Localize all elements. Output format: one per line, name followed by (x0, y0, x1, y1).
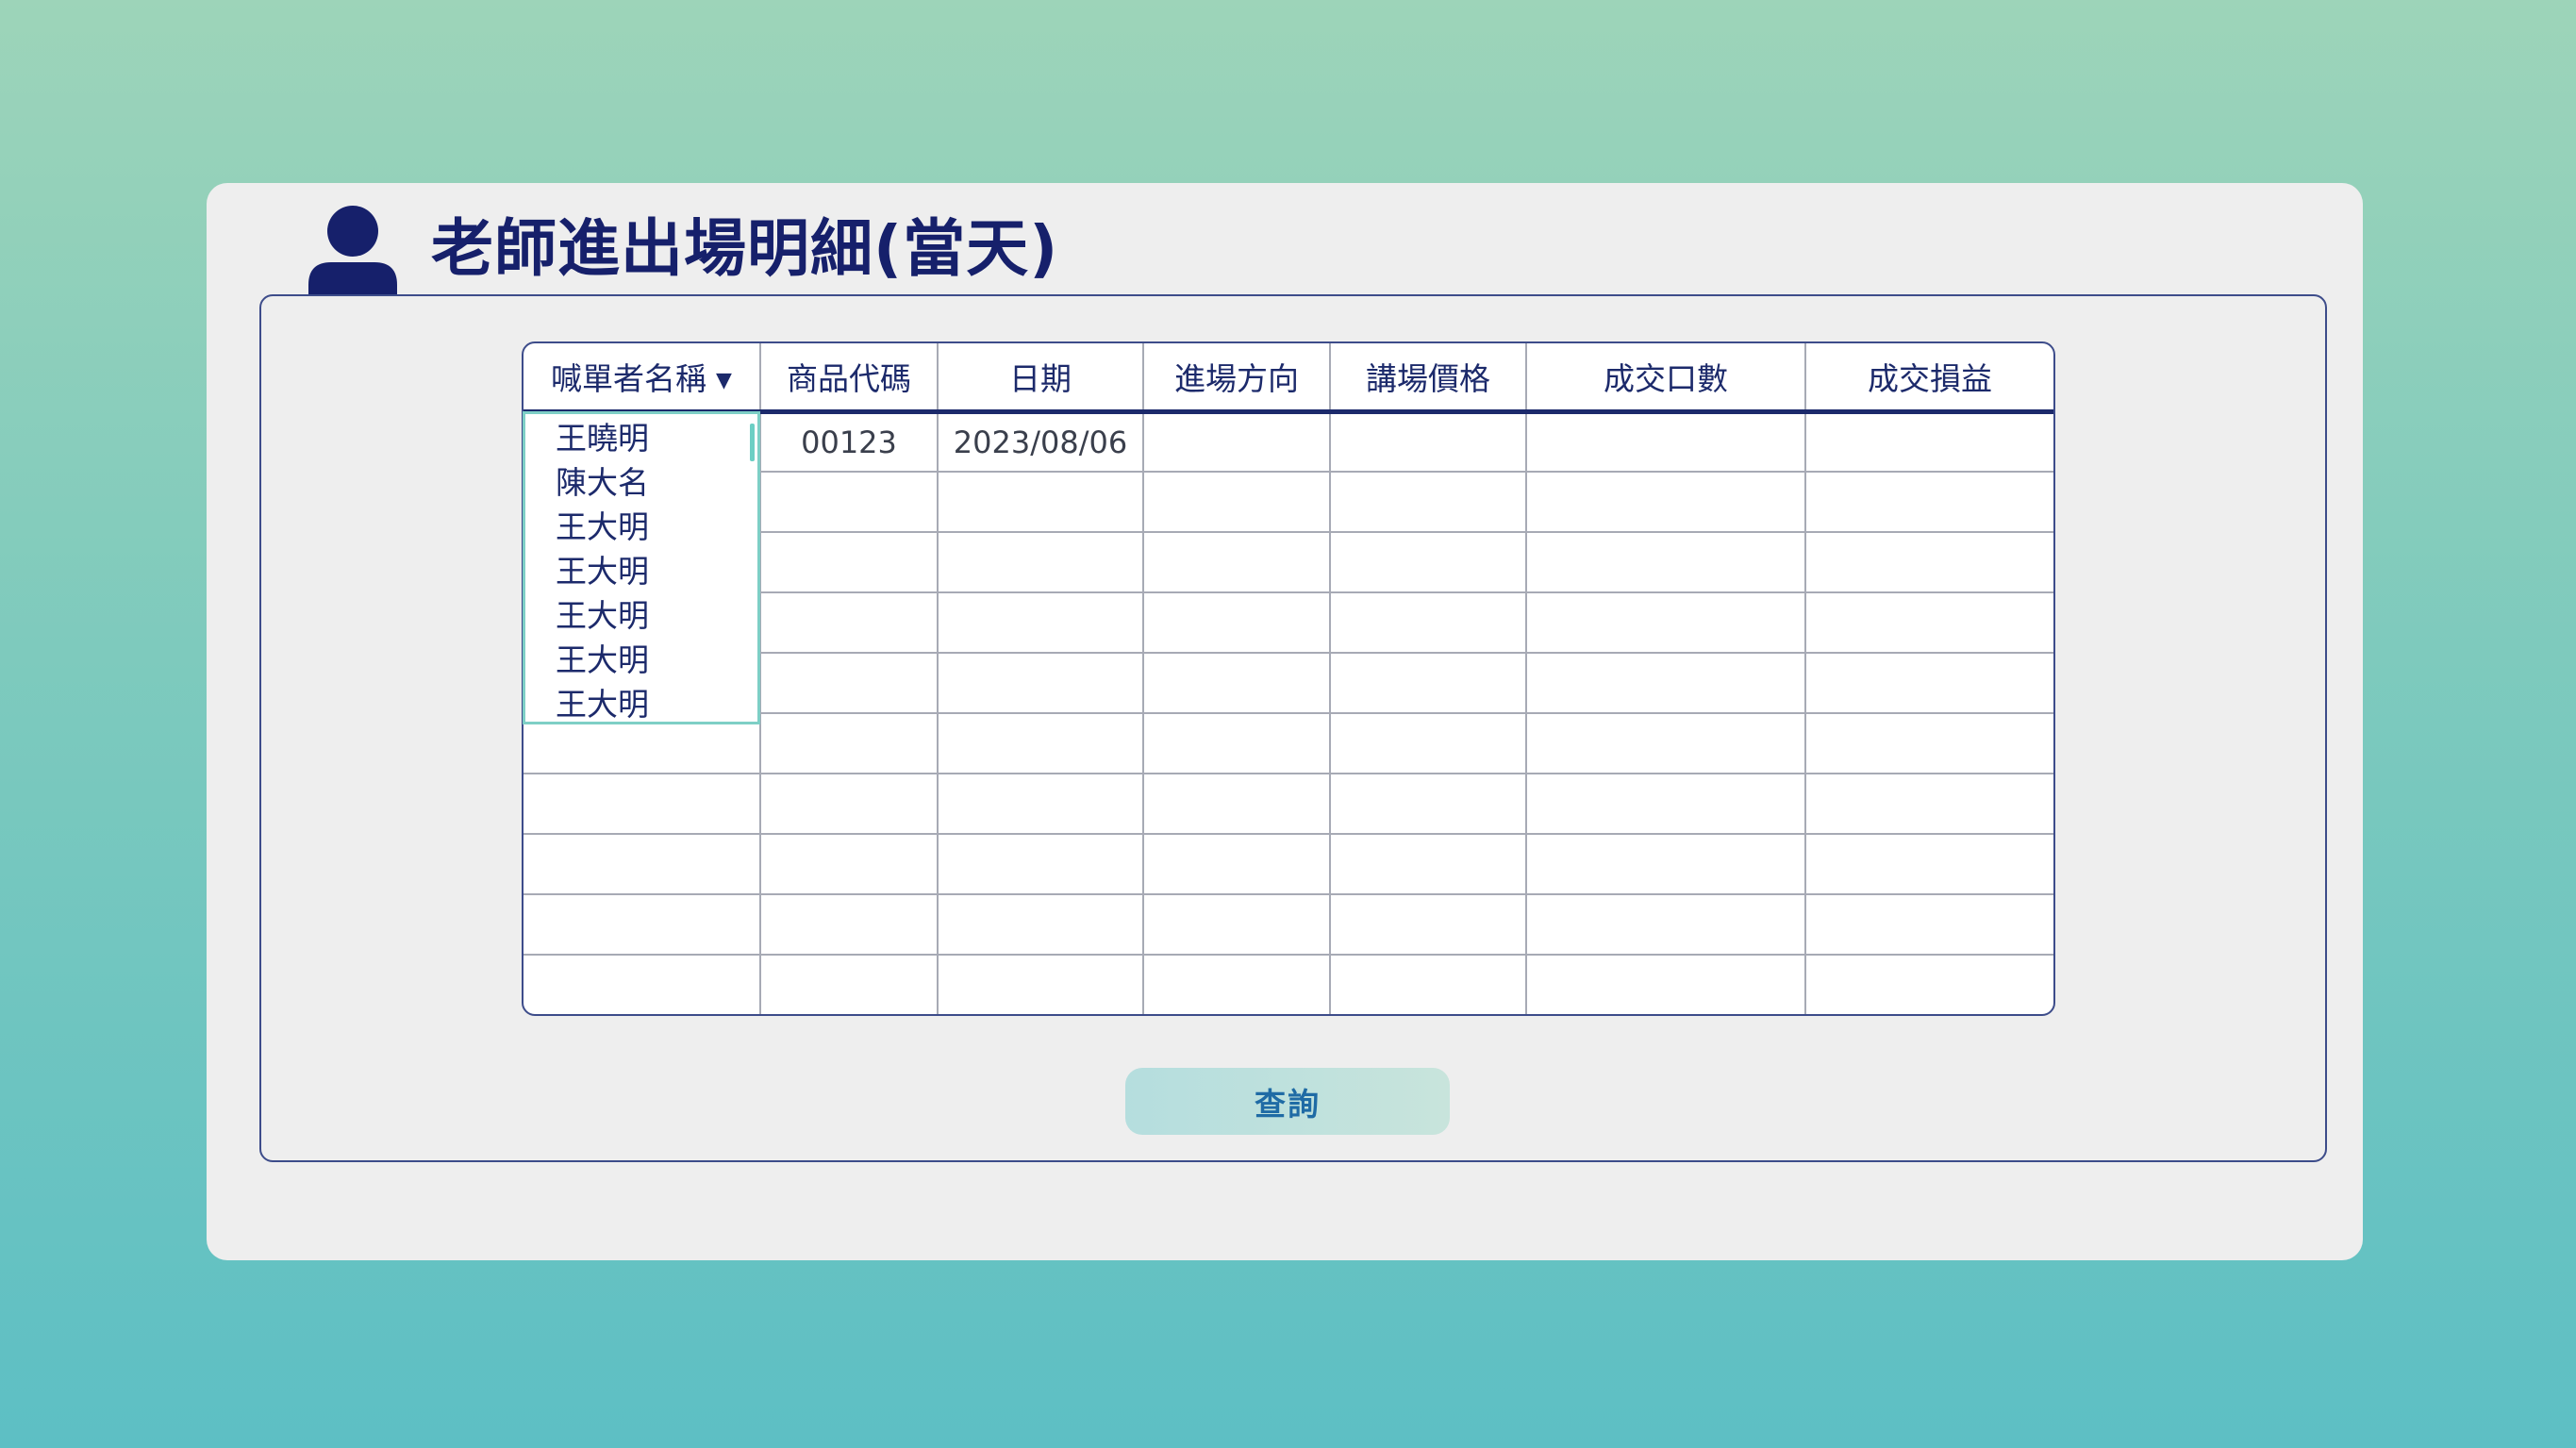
column-header-lots: 成交口數 (1526, 343, 1806, 414)
table-cell (524, 834, 761, 895)
table-cell (1143, 834, 1331, 895)
table-cell (1526, 592, 1806, 654)
table-cell (1143, 411, 1331, 473)
table-cell (938, 955, 1144, 1014)
table-cell (938, 592, 1144, 654)
table-cell (524, 955, 761, 1014)
table-cell (1805, 532, 2053, 593)
table-cell: 2023/08/06 (938, 411, 1144, 473)
table-cell (1526, 653, 1806, 714)
dropdown-option[interactable]: 王大明 (525, 638, 757, 682)
table-cell: 00123 (760, 411, 939, 473)
table-cell (760, 653, 939, 714)
table-cell (1330, 894, 1527, 956)
table-cell (760, 894, 939, 956)
table-cell (1805, 713, 2053, 774)
caller-dropdown-list[interactable]: 王曉明 陳大名 王大明 王大明 王大明 王大明 王大明 (523, 411, 760, 724)
column-header-direction: 進場方向 (1143, 343, 1331, 414)
table-row (524, 834, 2053, 895)
table-cell (760, 532, 939, 593)
table-cell (1805, 774, 2053, 835)
table-cell (1330, 411, 1527, 473)
table-row (524, 955, 2053, 1014)
table-cell (1330, 834, 1527, 895)
column-header-caller[interactable]: 喊單者名稱 ▼ (524, 343, 761, 414)
table-cell (524, 774, 761, 835)
table-cell (1526, 894, 1806, 956)
column-header-label: 喊單者名稱 (551, 359, 707, 397)
table-cell (524, 894, 761, 956)
table-cell (938, 834, 1144, 895)
dropdown-scrollbar[interactable] (750, 424, 755, 461)
dropdown-option[interactable]: 王大明 (525, 682, 757, 726)
user-icon (308, 206, 397, 296)
table-row (524, 894, 2053, 956)
table-cell (938, 653, 1144, 714)
table-cell (938, 532, 1144, 593)
column-header-pnl: 成交損益 (1805, 343, 2053, 414)
table-cell (760, 834, 939, 895)
table-cell (1805, 834, 2053, 895)
table-cell (1805, 592, 2053, 654)
table-cell (1330, 472, 1527, 533)
column-header-price: 講場價格 (1330, 343, 1527, 414)
table-cell (1330, 532, 1527, 593)
table-cell (938, 774, 1144, 835)
dropdown-option[interactable]: 王大明 (525, 593, 757, 638)
table-cell (1143, 532, 1331, 593)
table-cell (1526, 472, 1806, 533)
table-cell (1143, 472, 1331, 533)
table-cell (1330, 774, 1527, 835)
table-cell (1526, 532, 1806, 593)
table-cell (1143, 774, 1331, 835)
dropdown-option[interactable]: 王大明 (525, 549, 757, 593)
table-cell (1330, 713, 1527, 774)
table-cell (1330, 592, 1527, 654)
table-row (524, 774, 2053, 835)
table-cell (1526, 955, 1806, 1014)
table-cell (938, 713, 1144, 774)
table-cell (1330, 955, 1527, 1014)
column-header-product-code: 商品代碼 (760, 343, 939, 414)
table-cell (1805, 653, 2053, 714)
table-header-row: 喊單者名稱 ▼ 商品代碼 日期 進場方向 講場價格 成交口數 成交損益 (524, 343, 2053, 414)
table-cell (1805, 472, 2053, 533)
page-title: 老師進出場明細(當天) (431, 212, 1059, 285)
table-cell (1143, 894, 1331, 956)
dropdown-option[interactable]: 陳大名 (525, 460, 757, 505)
table-cell (1526, 774, 1806, 835)
dropdown-option[interactable]: 王曉明 (525, 416, 757, 460)
column-header-date: 日期 (938, 343, 1144, 414)
table-cell (760, 774, 939, 835)
query-button[interactable]: 查詢 (1125, 1068, 1450, 1135)
table-cell (760, 713, 939, 774)
table-cell (1143, 955, 1331, 1014)
table-cell (1805, 411, 2053, 473)
table-cell (1143, 653, 1331, 714)
table-cell (1330, 653, 1527, 714)
table-cell (938, 472, 1144, 533)
table-cell (1143, 592, 1331, 654)
table-cell (760, 472, 939, 533)
table-cell (1805, 955, 2053, 1014)
table-cell (1526, 411, 1806, 473)
dropdown-option[interactable]: 王大明 (525, 505, 757, 549)
table-cell (1805, 894, 2053, 956)
caret-down-icon[interactable]: ▼ (716, 369, 732, 392)
table-cell (1526, 713, 1806, 774)
table-cell (760, 955, 939, 1014)
table-cell (1526, 834, 1806, 895)
table-cell (1143, 713, 1331, 774)
table-cell (938, 894, 1144, 956)
table-cell (760, 592, 939, 654)
